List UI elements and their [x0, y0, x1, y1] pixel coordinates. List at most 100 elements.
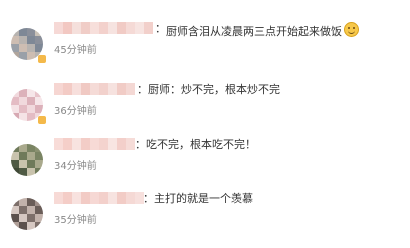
avatar-pixel	[27, 206, 35, 214]
avatar-pixel	[35, 89, 43, 97]
avatar-pixel	[19, 206, 27, 214]
avatar-pixel	[35, 28, 43, 36]
mosaic-block	[144, 22, 153, 34]
mosaic-block	[54, 83, 63, 95]
avatar-pixel	[19, 198, 27, 206]
username-mosaic[interactable]	[54, 22, 153, 34]
username-mosaic[interactable]	[54, 83, 135, 95]
avatar-pixel	[19, 28, 27, 36]
comment-text: 厨师：炒不完，根本炒不完	[148, 83, 280, 96]
mosaic-block	[90, 192, 99, 204]
avatar-pixel	[27, 160, 35, 168]
colon: ：	[135, 138, 146, 151]
mosaic-block	[99, 192, 108, 204]
avatar-pixel	[11, 97, 19, 105]
avatar-pixel	[35, 198, 43, 206]
mosaic-block	[81, 192, 90, 204]
avatar-pixel	[35, 105, 43, 113]
mosaic-block	[126, 83, 135, 95]
mosaic-block	[108, 83, 117, 95]
comment-text: 厨师含泪从凌晨两三点开始起来做饭	[166, 22, 359, 39]
avatar-pixel	[27, 113, 35, 121]
mosaic-block	[108, 22, 117, 34]
mosaic-block	[99, 22, 108, 34]
mosaic-block	[81, 83, 90, 95]
avatar-pixel	[19, 214, 27, 222]
avatar-pixel	[27, 105, 35, 113]
avatar-pixel	[27, 168, 35, 176]
comment-item: ： 主打的就是一个羡慕 35分钟前	[0, 188, 410, 248]
avatar-pixel	[19, 160, 27, 168]
mosaic-block	[90, 22, 99, 34]
avatar-pixel	[35, 206, 43, 214]
avatar-pixel	[11, 144, 19, 152]
mosaic-block	[81, 138, 90, 150]
avatar-pixel	[35, 152, 43, 160]
mosaic-block	[117, 192, 126, 204]
avatar-pixel	[27, 44, 35, 52]
colon: ：	[155, 22, 166, 35]
avatar-pixel	[35, 168, 43, 176]
avatar[interactable]	[11, 144, 43, 176]
mosaic-block	[117, 83, 126, 95]
mosaic-block	[54, 192, 63, 204]
mosaic-block	[126, 22, 135, 34]
verified-badge-icon	[38, 116, 46, 124]
avatar-pixel	[27, 52, 35, 60]
avatar-pixel	[19, 89, 27, 97]
avatar-pixel	[27, 144, 35, 152]
avatar-pixel	[19, 222, 27, 230]
avatar-pixel	[35, 160, 43, 168]
avatar-pixel	[27, 152, 35, 160]
comment-time: 35分钟前	[54, 215, 97, 226]
mosaic-block	[126, 138, 135, 150]
mosaic-block	[72, 83, 81, 95]
mosaic-block	[63, 22, 72, 34]
mosaic-block	[117, 22, 126, 34]
avatar-pixel	[11, 222, 19, 230]
verified-badge-icon	[38, 55, 46, 63]
avatar-pixel	[27, 214, 35, 222]
mosaic-block	[99, 83, 108, 95]
avatar-pixel	[19, 168, 27, 176]
mosaic-block	[72, 22, 81, 34]
avatar-pixel	[19, 97, 27, 105]
username-mosaic[interactable]	[54, 192, 144, 204]
avatar-pixel	[35, 44, 43, 52]
comment-item: ： 吃不完，根本吃不完！ 34分钟前	[0, 134, 410, 194]
avatar-pixel	[27, 198, 35, 206]
avatar-pixel	[27, 222, 35, 230]
avatar-pixel	[11, 105, 19, 113]
avatar-pixel	[27, 89, 35, 97]
comment-text: 吃不完，根本吃不完！	[146, 138, 256, 151]
avatar-pixel	[35, 214, 43, 222]
avatar-pixel	[11, 44, 19, 52]
colon: ：	[143, 192, 154, 205]
avatar-pixel	[35, 144, 43, 152]
avatar-pixel	[27, 97, 35, 105]
avatar[interactable]	[11, 198, 43, 230]
mosaic-block	[81, 22, 90, 34]
mosaic-block	[63, 83, 72, 95]
mosaic-block	[90, 83, 99, 95]
mosaic-block	[63, 138, 72, 150]
avatar-pixel	[11, 113, 19, 121]
avatar-pixel	[35, 97, 43, 105]
colon: ：	[137, 83, 148, 96]
avatar-pixel	[11, 206, 19, 214]
avatar-pixel	[11, 89, 19, 97]
avatar-pixel	[19, 52, 27, 60]
avatar-pixel	[11, 168, 19, 176]
avatar-pixel	[11, 28, 19, 36]
comment-time: 34分钟前	[54, 161, 97, 172]
comment-item: ： 厨师含泪从凌晨两三点开始起来做饭 45分钟前	[0, 18, 410, 78]
avatar-pixel	[19, 152, 27, 160]
avatar-pixel	[11, 36, 19, 44]
comment-text: 主打的就是一个羡慕	[154, 192, 253, 205]
username-mosaic[interactable]	[54, 138, 135, 150]
mosaic-block	[108, 192, 117, 204]
avatar-pixel	[11, 198, 19, 206]
mosaic-block	[126, 192, 135, 204]
grinning-face-icon	[344, 22, 359, 37]
mosaic-block	[54, 22, 63, 34]
